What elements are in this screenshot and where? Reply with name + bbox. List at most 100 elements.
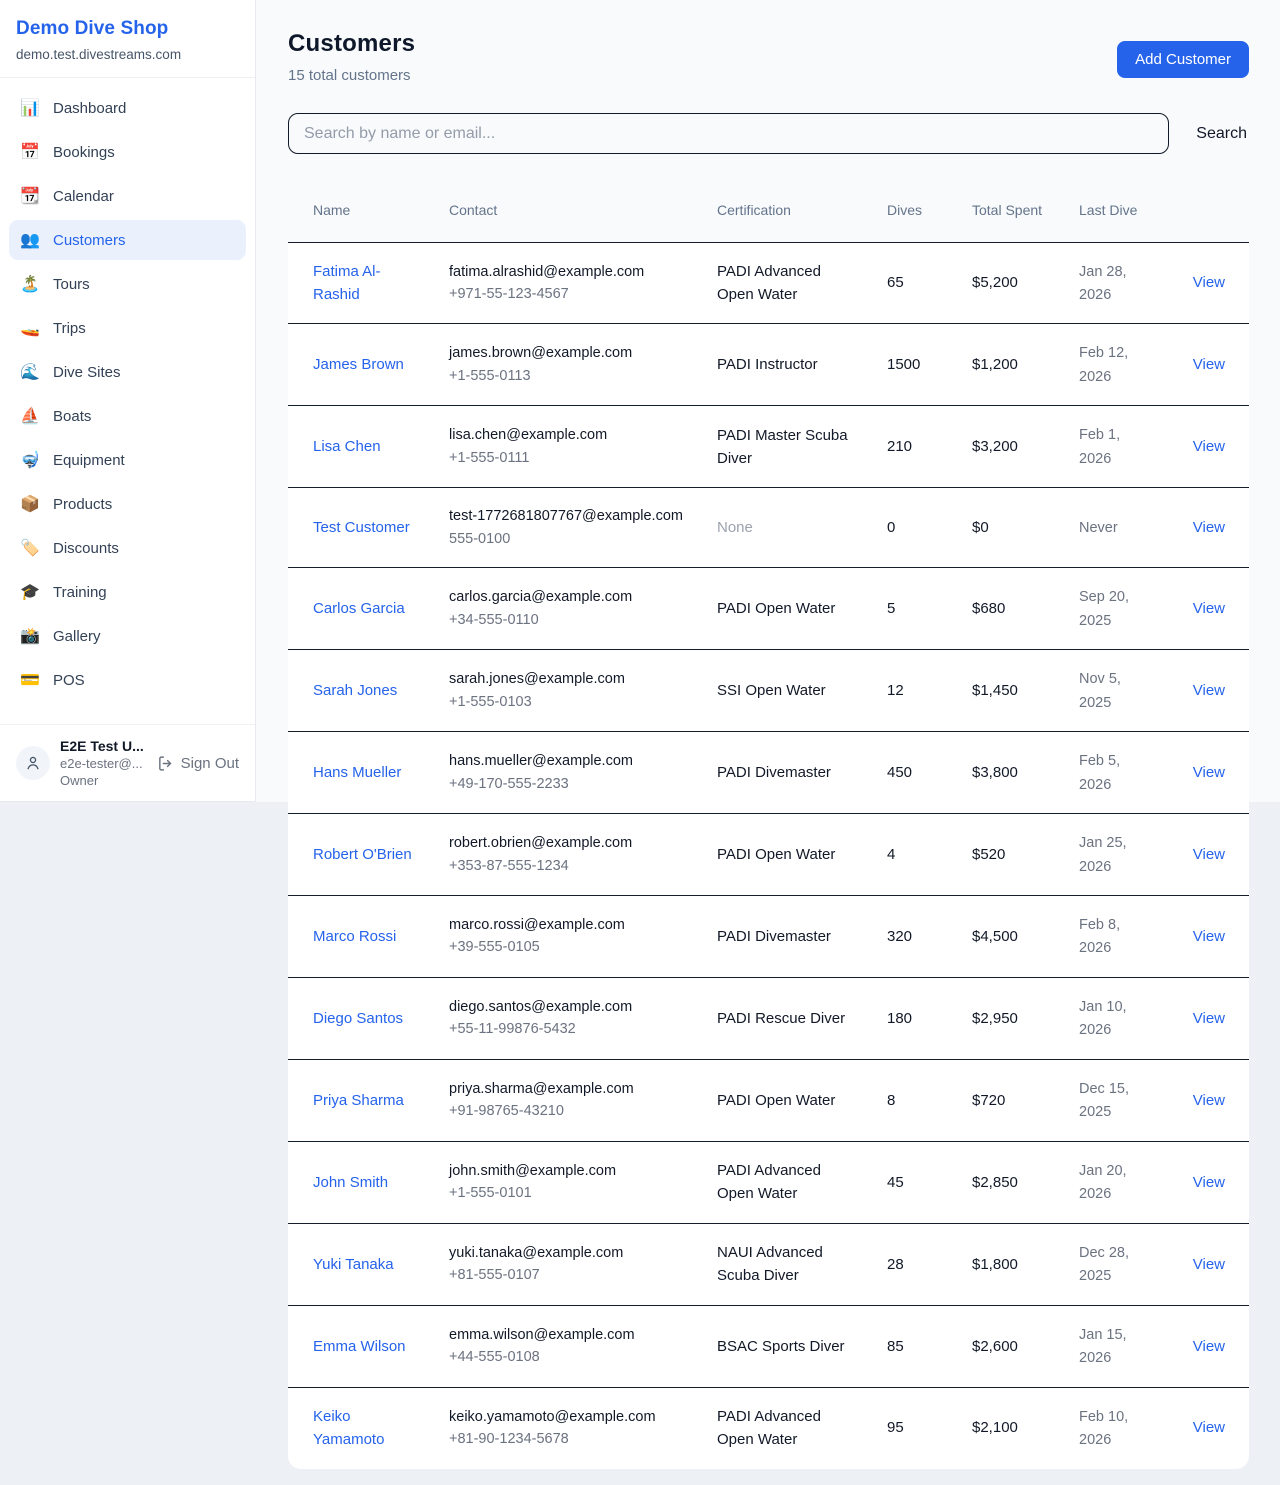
view-customer-link[interactable]: View [1193,519,1225,536]
sidebar-item-label: Equipment [53,452,125,469]
customer-name-link[interactable]: Hans Mueller [313,764,401,781]
sign-out-label: Sign Out [181,755,239,772]
view-customer-link[interactable]: View [1193,928,1225,945]
table-row: Test Customer test-1772681807767@example… [288,488,1249,568]
view-customer-link[interactable]: View [1193,356,1225,373]
customer-dives: 85 [887,1338,904,1355]
customer-dives: 95 [887,1419,904,1436]
customer-certification: PADI Divemaster [717,928,831,945]
brand-header: Demo Dive Shop demo.test.divestreams.com [0,0,255,78]
customer-phone: +1-555-0111 [449,447,685,469]
sidebar-item-customers[interactable]: 👥 Customers [9,220,246,260]
customer-name-link[interactable]: Marco Rossi [313,928,396,945]
sign-out-icon [157,755,174,772]
dive-sites-wave-icon: 🌊 [20,362,40,382]
sidebar-item-label: Dive Sites [53,364,121,381]
sidebar-item-tours[interactable]: 🏝️ Tours [9,264,246,304]
sidebar-nav: 📊 Dashboard 📅 Bookings 📆 Calendar 👥 Cust… [0,78,255,724]
search-input[interactable] [288,113,1169,154]
customer-dives: 5 [887,600,895,617]
customer-phone: +81-555-0107 [449,1264,685,1286]
sidebar-item-equipment[interactable]: 🤿 Equipment [9,440,246,480]
search-button[interactable]: Search [1194,125,1249,143]
customer-email: fatima.alrashid@example.com [449,261,685,283]
customer-last-dive: Feb 8, 2026 [1079,917,1120,956]
sidebar-item-discounts[interactable]: 🏷️ Discounts [9,528,246,568]
customer-total-spent: $2,600 [972,1338,1018,1355]
customer-name-link[interactable]: Sarah Jones [313,682,397,699]
customer-email: yuki.tanaka@example.com [449,1242,685,1264]
customer-name-link[interactable]: Yuki Tanaka [313,1256,394,1273]
sidebar-item-calendar[interactable]: 📆 Calendar [9,176,246,216]
sidebar-item-dive-sites[interactable]: 🌊 Dive Sites [9,352,246,392]
column-header-actions [1170,179,1249,242]
customer-name-link[interactable]: Robert O'Brien [313,846,412,863]
sidebar-item-gallery[interactable]: 📸 Gallery [9,616,246,656]
view-customer-link[interactable]: View [1193,438,1225,455]
customer-name-link[interactable]: Diego Santos [313,1010,403,1027]
customer-last-dive: Feb 1, 2026 [1079,427,1120,466]
customer-name-link[interactable]: John Smith [313,1174,388,1191]
customer-total-spent: $1,200 [972,356,1018,373]
user-role: Owner [60,773,147,788]
sidebar-item-products[interactable]: 📦 Products [9,484,246,524]
customer-dives: 4 [887,846,895,863]
user-info: E2E Test U... e2e-tester@... Owner [60,738,147,788]
customer-dives: 12 [887,682,904,699]
customer-name-link[interactable]: Carlos Garcia [313,600,405,617]
customer-phone: +1-555-0113 [449,365,685,387]
tours-island-icon: 🏝️ [20,274,40,294]
customer-certification: NAUI Advanced Scuba Diver [717,1244,823,1284]
customer-total-spent: $4,500 [972,928,1018,945]
column-header-certification: Certification [701,179,871,242]
customer-name-link[interactable]: Keiko Yamamoto [313,1408,384,1448]
customer-last-dive: Nov 5, 2025 [1079,671,1121,710]
customer-email: diego.santos@example.com [449,996,685,1018]
customer-email: test-1772681807767@example.com [449,505,685,527]
sidebar-item-pos[interactable]: 💳 POS [9,660,246,700]
customer-certification: PADI Advanced Open Water [717,1162,821,1202]
customer-name-link[interactable]: James Brown [313,356,404,373]
customer-last-dive: Feb 10, 2026 [1079,1409,1128,1448]
customer-name-link[interactable]: Fatima Al-Rashid [313,263,381,303]
discounts-tag-icon: 🏷️ [20,538,40,558]
customer-phone: +91-98765-43210 [449,1100,685,1122]
customer-last-dive: Dec 15, 2025 [1079,1081,1129,1120]
customer-name-link[interactable]: Test Customer [313,519,410,536]
user-email: e2e-tester@... [60,756,147,771]
table-row: Yuki Tanaka yuki.tanaka@example.com +81-… [288,1223,1249,1305]
view-customer-link[interactable]: View [1193,600,1225,617]
column-header-name: Name [288,179,433,242]
customer-phone: +39-555-0105 [449,936,685,958]
customer-dives: 210 [887,438,912,455]
view-customer-link[interactable]: View [1193,1338,1225,1355]
view-customer-link[interactable]: View [1193,274,1225,291]
sidebar-item-training[interactable]: 🎓 Training [9,572,246,612]
customers-table: NameContactCertificationDivesTotal Spent… [288,179,1249,1469]
view-customer-link[interactable]: View [1193,1419,1225,1436]
view-customer-link[interactable]: View [1193,1010,1225,1027]
table-header-row: NameContactCertificationDivesTotal Spent… [288,179,1249,242]
view-customer-link[interactable]: View [1193,1092,1225,1109]
view-customer-link[interactable]: View [1193,682,1225,699]
sidebar-item-boats[interactable]: ⛵ Boats [9,396,246,436]
avatar [16,746,50,780]
view-customer-link[interactable]: View [1193,764,1225,781]
view-customer-link[interactable]: View [1193,846,1225,863]
view-customer-link[interactable]: View [1193,1174,1225,1191]
customer-total-spent: $680 [972,600,1005,617]
sidebar-item-trips[interactable]: 🚤 Trips [9,308,246,348]
view-customer-link[interactable]: View [1193,1256,1225,1273]
calendar-icon: 📆 [20,186,40,206]
sidebar-item-dashboard[interactable]: 📊 Dashboard [9,88,246,128]
sidebar-item-bookings[interactable]: 📅 Bookings [9,132,246,172]
customer-total-spent: $1,450 [972,682,1018,699]
customer-name-link[interactable]: Lisa Chen [313,438,381,455]
customer-name-link[interactable]: Priya Sharma [313,1092,404,1109]
sign-out-button[interactable]: Sign Out [157,755,239,772]
sidebar-item-label: Gallery [53,628,101,645]
customer-name-link[interactable]: Emma Wilson [313,1338,406,1355]
add-customer-button[interactable]: Add Customer [1117,41,1249,78]
customer-email: john.smith@example.com [449,1160,685,1182]
column-header-total-spent: Total Spent [956,179,1063,242]
